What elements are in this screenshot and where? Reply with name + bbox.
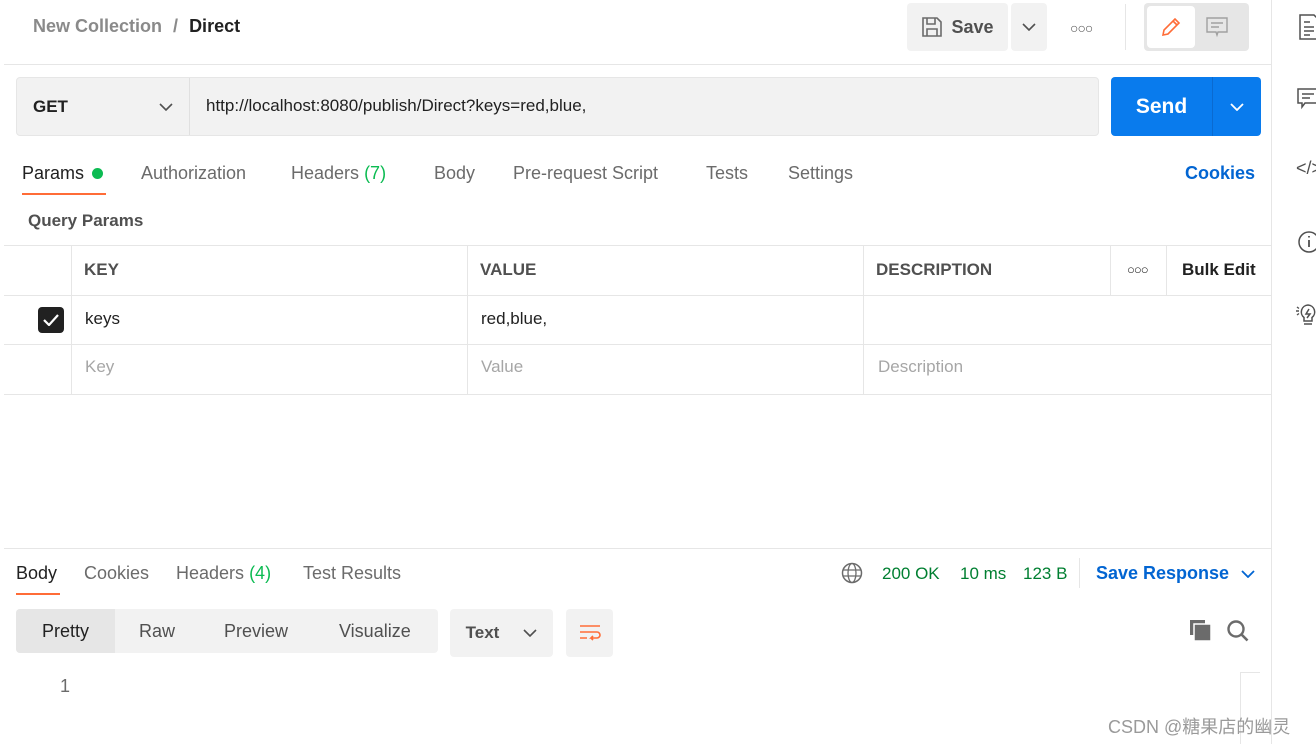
active-tab-indicator [22, 193, 106, 195]
method-value: GET [33, 96, 68, 116]
comment-icon [1206, 17, 1228, 38]
breadcrumb-collection[interactable]: New Collection [33, 16, 162, 36]
cookies-link[interactable]: Cookies [1185, 163, 1255, 184]
right-sidebar: </> [1273, 0, 1316, 744]
breadcrumb-separator: / [173, 16, 179, 36]
edit-button[interactable] [1147, 6, 1195, 48]
tab-settings[interactable]: Settings [788, 163, 853, 184]
row-checkbox[interactable] [38, 307, 64, 333]
copy-icon[interactable] [1189, 619, 1213, 643]
chevron-down-icon [1241, 569, 1255, 578]
checkmark-icon [43, 314, 59, 326]
view-pretty[interactable]: Pretty [16, 609, 115, 653]
request-panel: New Collection / Direct Save ○○○ GET htt… [4, 0, 1272, 744]
response-tab-test-results[interactable]: Test Results [303, 563, 401, 584]
tab-label: Params [22, 163, 85, 183]
param-key-input[interactable]: keys [85, 309, 120, 329]
headers-count: (7) [364, 163, 387, 183]
query-params-title: Query Params [28, 211, 144, 230]
send-dropdown-button[interactable] [1212, 77, 1261, 136]
tab-authorization[interactable]: Authorization [141, 163, 246, 184]
response-tab-headers[interactable]: Headers (4) [176, 563, 271, 584]
save-dropdown-button[interactable] [1011, 3, 1047, 51]
headers-count: (4) [249, 563, 272, 583]
comment-button[interactable] [1206, 16, 1228, 38]
column-header-value: VALUE [480, 260, 537, 279]
chevron-down-icon [523, 629, 537, 637]
column-options-icon[interactable]: ○○○ [1127, 262, 1149, 277]
send-button[interactable]: Send [1111, 77, 1212, 136]
chevron-down-icon [1022, 23, 1036, 31]
breadcrumb-request[interactable]: Direct [189, 16, 240, 36]
view-mode-group: Pretty Raw Preview Visualize [16, 609, 438, 653]
url-bar: GET http://localhost:8080/publish/Direct… [16, 77, 1099, 136]
save-button[interactable]: Save [907, 3, 1008, 51]
format-select[interactable]: Text [450, 609, 553, 657]
code-icon[interactable]: </> [1296, 158, 1316, 179]
tab-label: Headers [291, 163, 360, 183]
active-tab-indicator [16, 593, 60, 595]
param-value-input[interactable]: red,blue, [481, 309, 547, 329]
new-description-input[interactable]: Description [878, 357, 963, 377]
params-active-dot [92, 168, 104, 179]
watermark: CSDN @糖果店的幽灵 [1108, 717, 1291, 737]
tab-tests[interactable]: Tests [706, 163, 748, 184]
column-header-description: DESCRIPTION [876, 260, 993, 279]
tab-body[interactable]: Body [434, 163, 475, 184]
search-icon[interactable] [1226, 619, 1250, 643]
comments-icon[interactable] [1297, 88, 1316, 110]
column-header-key: KEY [84, 260, 119, 279]
save-response-button[interactable]: Save Response [1096, 563, 1255, 584]
view-preview[interactable]: Preview [224, 621, 288, 642]
chevron-down-icon [159, 102, 173, 111]
breadcrumb: New Collection / Direct [33, 16, 240, 37]
line-number: 1 [60, 676, 71, 696]
tab-pre-request-script[interactable]: Pre-request Script [513, 163, 658, 184]
new-key-input[interactable]: Key [85, 357, 114, 377]
save-icon [922, 17, 943, 37]
response-size[interactable]: 123 B [1023, 564, 1067, 584]
tab-label: Headers [176, 563, 245, 583]
tab-params[interactable]: Params [22, 163, 104, 184]
save-label: Save [951, 16, 994, 37]
url-input[interactable]: http://localhost:8080/publish/Direct?key… [206, 96, 586, 116]
response-tab-cookies[interactable]: Cookies [84, 563, 149, 584]
wrap-lines-icon [579, 625, 601, 641]
response-time[interactable]: 10 ms [960, 564, 1006, 584]
view-visualize[interactable]: Visualize [339, 621, 411, 642]
new-value-input[interactable]: Value [481, 357, 523, 377]
send-button-group: Send [1111, 77, 1261, 136]
response-tab-body[interactable]: Body [16, 563, 57, 584]
tab-headers[interactable]: Headers (7) [291, 163, 386, 184]
more-options-icon[interactable]: ○○○ [1070, 20, 1093, 36]
save-response-label: Save Response [1096, 563, 1230, 583]
info-icon[interactable] [1297, 230, 1316, 254]
bulk-edit-button[interactable]: Bulk Edit [1182, 260, 1256, 280]
chevron-down-icon [1230, 102, 1244, 111]
pencil-icon [1161, 17, 1181, 37]
wrap-lines-button[interactable] [566, 609, 613, 657]
param-description-input[interactable] [877, 309, 1107, 331]
format-value: Text [465, 623, 500, 642]
view-toggle [1144, 3, 1249, 51]
view-raw[interactable]: Raw [139, 621, 175, 642]
lightbulb-icon[interactable] [1295, 302, 1316, 328]
documentation-icon[interactable] [1298, 14, 1316, 40]
method-select[interactable]: GET [17, 78, 190, 135]
response-status[interactable]: 200 OK [882, 564, 940, 584]
globe-icon[interactable] [841, 562, 863, 584]
